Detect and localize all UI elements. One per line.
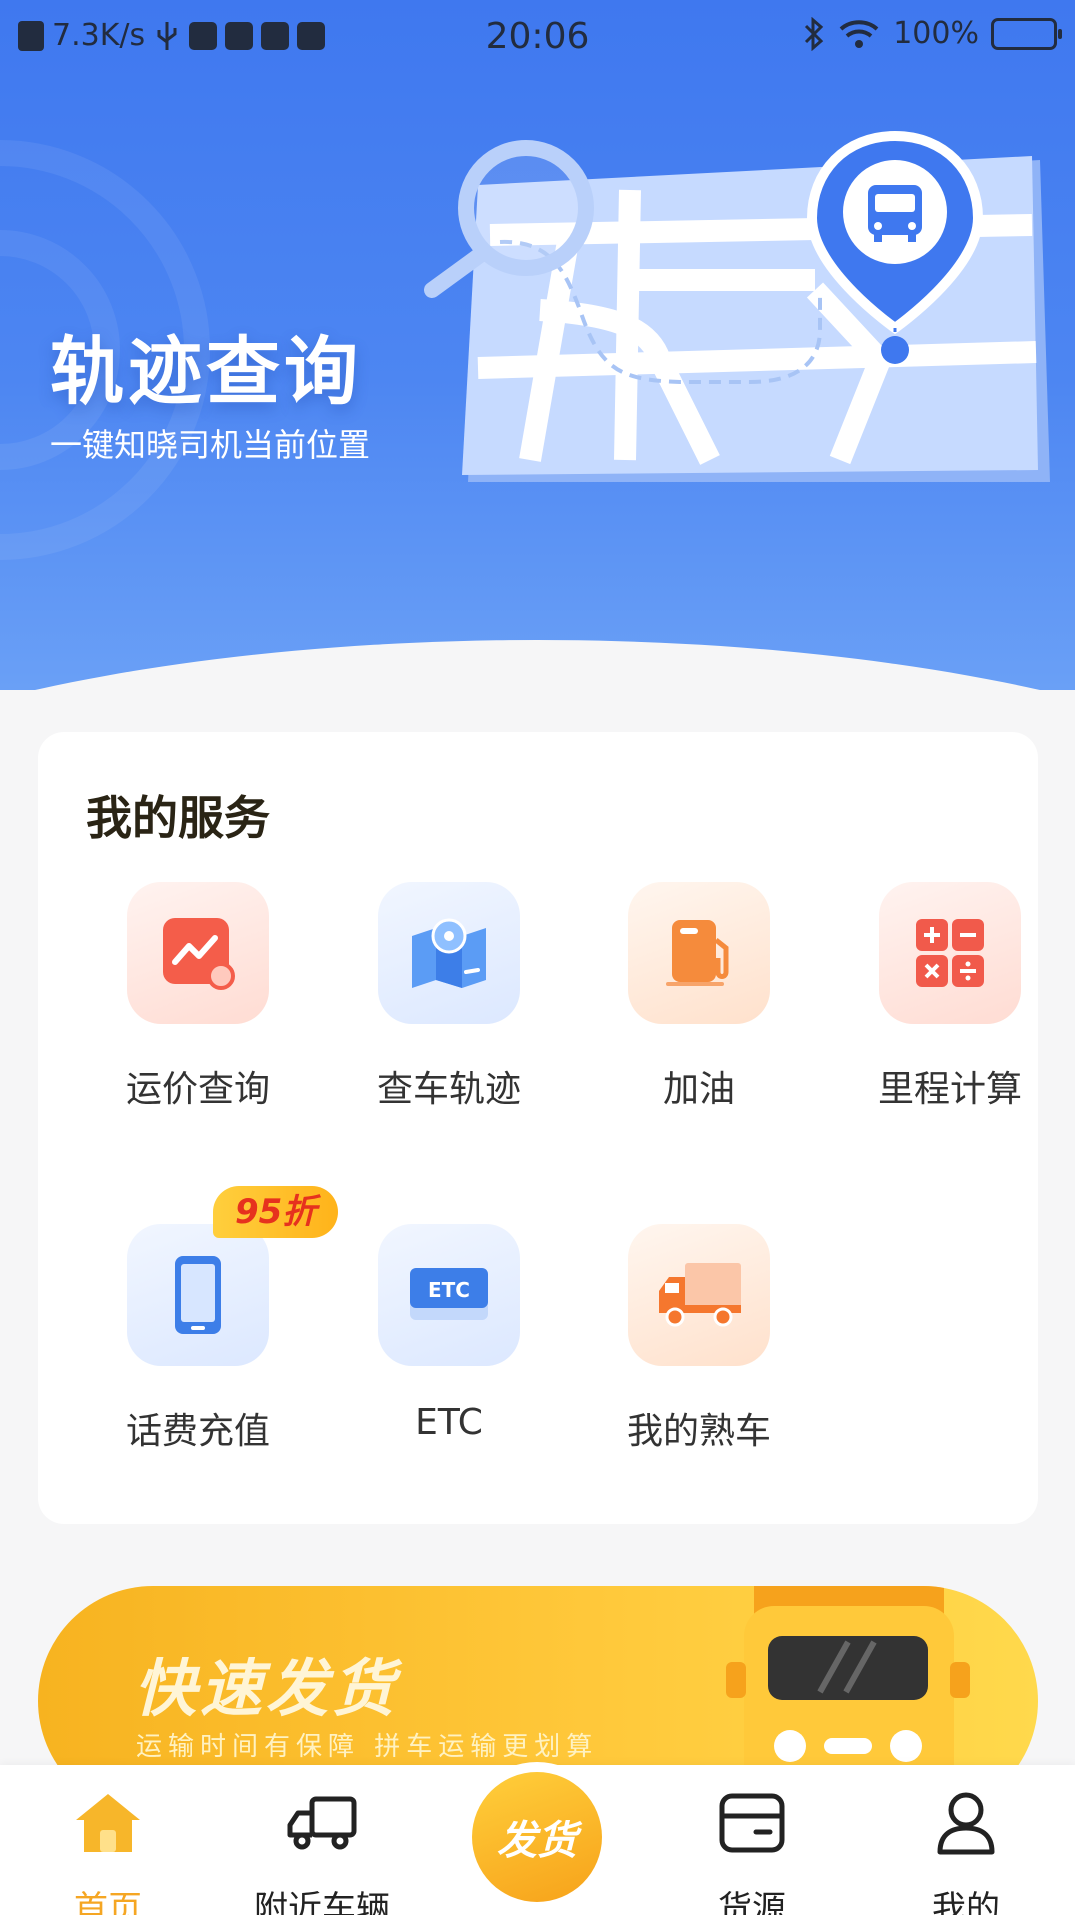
services-title: 我的服务 [86,791,270,845]
hero-banner[interactable]: 轨迹查询 一键知晓司机当前位置 [0,0,1075,690]
service-label: ETC [415,1402,483,1443]
status-bar: 7.3K/s 20:06 100% [0,0,1075,76]
battery-percent: 100% [893,16,979,51]
etc-card-icon: ETC [378,1224,520,1366]
tab-label: 货源 [718,1889,786,1915]
bluetooth-icon [805,16,824,51]
status-right: 100% [803,16,1062,51]
service-etc[interactable]: ETC ETC [324,1224,574,1443]
services-card: 我的服务 运价查询 查车轨迹 加油 里程计算 95折 话费充值 ETC ETC … [38,732,1038,1524]
service-label: 查车轨迹 [376,1069,521,1110]
service-label: 运价查询 [125,1069,270,1110]
cargo-box-icon [652,1785,852,1861]
publish-button[interactable]: 发货 [472,1772,602,1902]
service-label: 话费充值 [125,1411,270,1452]
truck-outline-icon [222,1785,422,1861]
wifi-icon [839,19,879,48]
truck-icon [628,1224,770,1366]
map-track-icon [378,882,520,1024]
banner-title: 快速发货 [134,1652,399,1725]
tab-nearby-vehicles[interactable]: 附近车辆 [222,1785,422,1915]
banner-subtitle: 运输时间有保障 拼车运输更划算 [136,1732,599,1762]
hero-title: 轨迹查询 [50,329,362,415]
service-label: 我的熟车 [626,1411,771,1452]
hero-subtitle: 一键知晓司机当前位置 [50,426,371,464]
service-label: 里程计算 [877,1069,1022,1110]
service-my-trucks[interactable]: 我的熟车 [574,1224,824,1454]
price-chart-icon [127,882,269,1024]
service-mileage[interactable]: 里程计算 [825,882,1075,1112]
service-track[interactable]: 查车轨迹 [324,882,574,1112]
fuel-pump-icon [628,882,770,1024]
service-label: 加油 [662,1069,735,1110]
tab-home[interactable]: 首页 [8,1785,208,1915]
user-icon [866,1785,1066,1861]
discount-badge: 95折 [213,1186,339,1238]
calculator-icon [879,882,1021,1024]
service-price-query[interactable]: 运价查询 [73,882,323,1112]
service-phone-recharge[interactable]: 95折 话费充值 [73,1186,339,1454]
hero-curve [0,640,1075,690]
map-illustration-icon [424,130,1050,482]
phone-icon [127,1224,269,1366]
tab-mine[interactable]: 我的 [866,1785,1066,1915]
battery-icon [991,17,1062,50]
tab-label: 附近车辆 [254,1889,390,1915]
etc-card-text: ETC [428,1278,470,1302]
home-icon [8,1785,208,1861]
tab-label: 我的 [932,1889,1000,1915]
service-fuel[interactable]: 加油 [574,882,824,1112]
tab-label: 首页 [74,1889,142,1915]
tab-cargo[interactable]: 货源 [652,1785,852,1915]
